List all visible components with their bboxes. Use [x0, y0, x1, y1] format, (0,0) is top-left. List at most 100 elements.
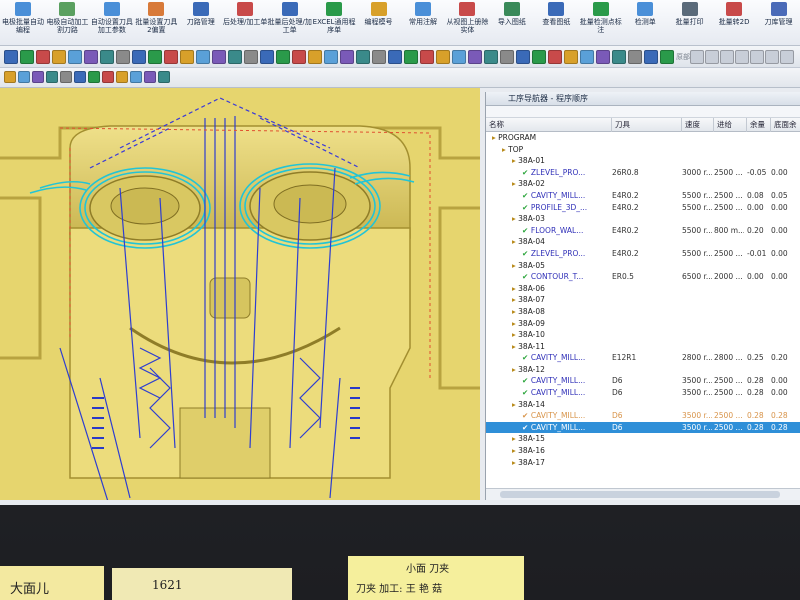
ribbon-button[interactable]: 批量设置刀具2偏置 — [133, 2, 179, 44]
ribbon-button[interactable]: 批量后处理/加工单 — [267, 2, 313, 44]
program-group-row[interactable]: ▸ PROGRAM — [486, 132, 800, 144]
program-group-row[interactable]: ▸ 38A-11 — [486, 341, 800, 353]
program-group-row[interactable]: ▸ 38A-06 — [486, 283, 800, 295]
toolbar-icon[interactable] — [4, 71, 16, 83]
toolbar-icon[interactable] — [74, 71, 86, 83]
toolbar-icon[interactable] — [196, 50, 210, 64]
toolbar-icon[interactable] — [452, 50, 466, 64]
column-header[interactable]: 余量 — [747, 118, 771, 132]
program-group-row[interactable]: ▸ 38A-08 — [486, 306, 800, 318]
ribbon-button[interactable]: 批量检测点标注 — [578, 2, 624, 44]
toolbar-icon[interactable] — [20, 50, 34, 64]
operation-row[interactable]: ✔ ZLEVEL_PRO... E4R0.2 5500 r... 2500 ... -0… — [486, 248, 800, 260]
toolbar-icon[interactable] — [32, 71, 44, 83]
ribbon-button[interactable]: 常用注解 — [400, 2, 446, 44]
operation-row[interactable]: ✔ PROFILE_3D_... E4R0.2 5500 r... 2500 ... 0… — [486, 202, 800, 214]
toolbar-icon[interactable] — [158, 71, 170, 83]
ribbon-button[interactable]: 从视图上册除实体 — [444, 2, 490, 44]
toolbar-icon[interactable] — [180, 50, 194, 64]
ribbon-button[interactable]: 刀路管理 — [178, 2, 224, 44]
toolbar-icon[interactable] — [500, 50, 514, 64]
toolbar-icon[interactable] — [18, 71, 30, 83]
program-group-row[interactable]: ▸ 38A-10 — [486, 329, 800, 341]
toolbar-icon[interactable] — [532, 50, 546, 64]
toolbar-icon[interactable] — [36, 50, 50, 64]
toolbar-icon[interactable] — [596, 50, 610, 64]
ribbon-button[interactable]: 导入图纸 — [489, 2, 535, 44]
toolbar-icon[interactable] — [52, 50, 66, 64]
operation-row[interactable]: ✔ CAVITY_MILL... D6 3500 r... 2500 ... 0.28 0… — [486, 410, 800, 422]
toolbar-icon[interactable] — [612, 50, 626, 64]
program-group-row[interactable]: ▸ 38A-14 — [486, 399, 800, 411]
toolbar-icon[interactable] — [132, 50, 146, 64]
ribbon-button[interactable]: 后处理/加工单 — [222, 2, 268, 44]
toolbar-icon[interactable] — [60, 71, 72, 83]
toolbar-icon[interactable] — [436, 50, 450, 64]
toolbar-icon[interactable] — [660, 50, 674, 64]
program-group-row[interactable]: ▸ 38A-04 — [486, 236, 800, 248]
ribbon-button[interactable]: 自动设置刀具加工参数 — [89, 2, 135, 44]
toolbar-icon[interactable] — [690, 50, 704, 64]
toolbar-icon[interactable] — [116, 50, 130, 64]
program-group-row[interactable]: ▸ 38A-05 — [486, 260, 800, 272]
toolbar-icon[interactable] — [164, 50, 178, 64]
ribbon-button[interactable]: 检测单 — [622, 2, 668, 44]
toolbar-icon[interactable] — [148, 50, 162, 64]
toolbar-icon[interactable] — [780, 50, 794, 64]
toolbar-icon[interactable] — [84, 50, 98, 64]
program-group-row[interactable]: ▸ TOP — [486, 144, 800, 156]
program-group-row[interactable]: ▸ 38A-12 — [486, 364, 800, 376]
column-header[interactable]: 刀具 — [612, 118, 682, 132]
operation-row[interactable]: ✔ CONTOUR_T... ER0.5 6500 r... 2000 ... 0.00… — [486, 271, 800, 283]
ribbon-button[interactable]: EXCEL通用程序单 — [311, 2, 357, 44]
toolbar-icon[interactable] — [720, 50, 734, 64]
operation-row[interactable]: ✔ CAVITY_MILL... D6 3500 r... 2500 ... 0.28 0… — [486, 421, 800, 434]
toolbar-icon[interactable] — [564, 50, 578, 64]
scroll-thumb[interactable] — [500, 491, 780, 498]
column-header[interactable]: 底面余 — [771, 118, 800, 132]
toolbar-icon[interactable] — [468, 50, 482, 64]
toolbar-icon[interactable] — [116, 71, 128, 83]
program-group-row[interactable]: ▸ 38A-02 — [486, 178, 800, 190]
toolbar-icon[interactable] — [388, 50, 402, 64]
operation-row[interactable]: ✔ CAVITY_MILL... E12R1 2800 r... 2800 ... 0.… — [486, 352, 800, 364]
toolbar-icon[interactable] — [705, 50, 719, 64]
toolbar-icon[interactable] — [548, 50, 562, 64]
program-group-row[interactable]: ▸ 38A-15 — [486, 433, 800, 445]
operation-row[interactable]: ✔ ZLEVEL_PRO... 26R0.8 3000 r... 2500 ... -0… — [486, 167, 800, 179]
operation-row[interactable]: ✔ CAVITY_MILL... D6 3500 r... 2500 ... 0.28 0… — [486, 375, 800, 387]
toolbar-icon[interactable] — [292, 50, 306, 64]
toolbar-icon[interactable] — [628, 50, 642, 64]
operation-row[interactable]: ✔ CAVITY_MILL... D6 3500 r... 2500 ... 0.28 0… — [486, 387, 800, 399]
ribbon-button[interactable]: 查看图纸 — [533, 2, 579, 44]
navigator-hscrollbar[interactable] — [486, 488, 800, 500]
toolbar-icon[interactable] — [100, 50, 114, 64]
ribbon-button[interactable]: 批量打印 — [667, 2, 713, 44]
toolbar-icon[interactable] — [404, 50, 418, 64]
toolbar-icon[interactable] — [4, 50, 18, 64]
toolbar-icon[interactable] — [308, 50, 322, 64]
toolbar-icon[interactable] — [228, 50, 242, 64]
toolbar-icon[interactable] — [102, 71, 114, 83]
toolbar-icon[interactable] — [484, 50, 498, 64]
ribbon-button[interactable]: 电极批量自动编程 — [0, 2, 46, 44]
toolbar-icon[interactable] — [372, 50, 386, 64]
graphics-viewport[interactable] — [0, 88, 480, 500]
program-group-row[interactable]: ▸ 38A-07 — [486, 294, 800, 306]
toolbar-icon[interactable] — [340, 50, 354, 64]
ribbon-button[interactable]: 电极自动加工割刀路 — [44, 2, 90, 44]
column-header[interactable]: 名称 — [486, 118, 612, 132]
program-group-row[interactable]: ▸ 38A-01 — [486, 155, 800, 167]
toolbar-icon[interactable] — [735, 50, 749, 64]
operation-row[interactable]: ✔ CAVITY_MILL... E4R0.2 5500 r... 2500 ... 0… — [486, 190, 800, 202]
toolbar-icon[interactable] — [88, 71, 100, 83]
toolbar-icon[interactable] — [46, 71, 58, 83]
program-group-row[interactable]: ▸ 38A-16 — [486, 445, 800, 457]
toolbar-icon[interactable] — [420, 50, 434, 64]
program-group-row[interactable]: ▸ 38A-17 — [486, 457, 800, 469]
program-group-row[interactable]: ▸ 38A-03 — [486, 213, 800, 225]
toolbar-icon[interactable] — [516, 50, 530, 64]
ribbon-button[interactable]: 编程模号 — [356, 2, 402, 44]
toolbar-icon[interactable] — [356, 50, 370, 64]
toolbar-icon[interactable] — [644, 50, 658, 64]
